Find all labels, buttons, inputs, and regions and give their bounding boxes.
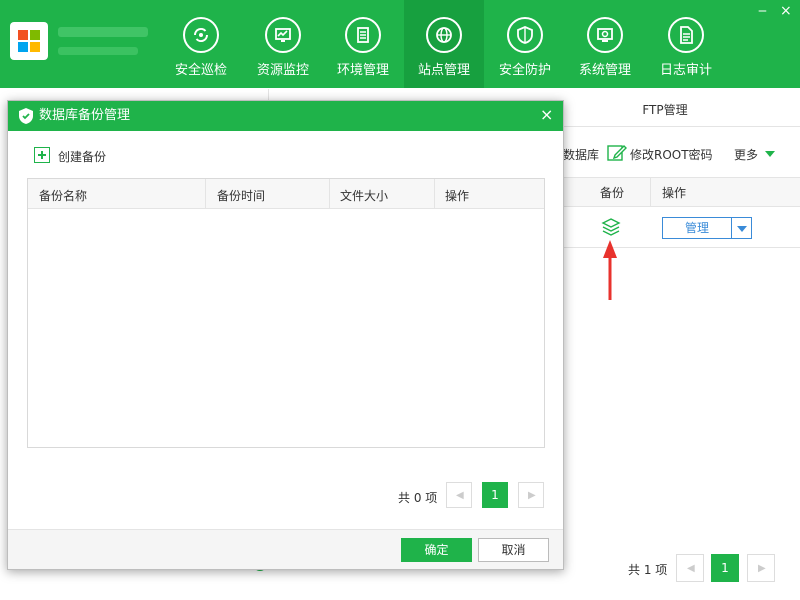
monitor-chart-icon xyxy=(265,17,301,53)
caret-down-icon xyxy=(737,226,747,232)
nav-label: 安全防护 xyxy=(498,63,551,78)
nav-label: 系统管理 xyxy=(578,63,631,78)
app-logo-icon xyxy=(10,22,48,60)
manage-button[interactable]: 管理 xyxy=(662,217,732,239)
nav-label: 环境管理 xyxy=(336,63,389,78)
nav-item-resource-monitor[interactable]: 资源监控 xyxy=(243,0,323,88)
background-total-count: 共 1 项 xyxy=(628,563,668,577)
next-page-button[interactable]: ▶ xyxy=(747,554,775,582)
shield-logo-icon xyxy=(19,108,33,124)
red-arrow-annotation-icon xyxy=(603,240,617,300)
dialog-next-page-button[interactable]: ▶ xyxy=(518,482,544,508)
nav-label: 日志审计 xyxy=(659,63,712,78)
ok-button[interactable]: 确定 xyxy=(401,538,472,562)
settings-monitor-icon xyxy=(587,17,623,53)
column-header-operation: 操作 xyxy=(662,186,687,200)
column-header-backup: 备份 xyxy=(600,186,625,200)
current-page-button[interactable]: 1 xyxy=(711,554,739,582)
prev-page-button[interactable]: ◀ xyxy=(676,554,704,582)
column-header-backup-time: 备份时间 xyxy=(217,189,266,203)
dialog-prev-page-button[interactable]: ◀ xyxy=(446,482,472,508)
dialog-title: 数据库备份管理 xyxy=(39,108,131,123)
cancel-button[interactable]: 取消 xyxy=(478,538,549,562)
nav-label: 资源监控 xyxy=(256,63,309,78)
nav-item-security[interactable]: 安全防护 xyxy=(485,0,565,88)
nav-item-system[interactable]: 系统管理 xyxy=(565,0,645,88)
dialog-title-bar[interactable]: 数据库备份管理 × xyxy=(8,101,563,131)
minimize-button[interactable]: ‒ xyxy=(758,4,767,18)
column-divider xyxy=(329,179,330,209)
dialog-current-page-button[interactable]: 1 xyxy=(482,482,508,508)
document-icon xyxy=(668,17,704,53)
chevron-left-icon: ◀ xyxy=(687,563,695,574)
nav-label: 站点管理 xyxy=(417,63,470,78)
window-close-button[interactable]: × xyxy=(780,4,792,18)
nav-label: 安全巡检 xyxy=(174,63,227,78)
chevron-right-icon: ▶ xyxy=(528,490,536,501)
app-header: ‒ × 安全巡检 资源监控 环境管理 站点管理 安全防护 系统管理 日志审计 xyxy=(0,0,800,88)
change-root-password-button[interactable]: 修改ROOT密码 xyxy=(630,146,713,163)
edit-pencil-icon[interactable] xyxy=(607,143,627,163)
caret-down-icon[interactable] xyxy=(765,151,775,157)
nav-item-site-management[interactable]: 站点管理 xyxy=(404,0,484,88)
dialog-total-count: 共 0 项 xyxy=(398,491,438,505)
tab-ftp-management[interactable]: FTP管理 xyxy=(575,101,755,118)
chevron-right-icon: ▶ xyxy=(758,563,766,574)
chevron-left-icon: ◀ xyxy=(456,490,464,501)
backup-table: 备份名称 备份时间 文件大小 操作 xyxy=(27,178,545,448)
database-backup-dialog: 数据库备份管理 × 创建备份 备份名称 备份时间 文件大小 操作 共 0 项 ◀… xyxy=(7,100,564,570)
create-backup-label: 创建备份 xyxy=(58,150,107,164)
backup-table-header: 备份名称 备份时间 文件大小 操作 xyxy=(28,179,544,209)
dialog-close-button[interactable]: × xyxy=(540,106,553,124)
nav-item-log-audit[interactable]: 日志审计 xyxy=(646,0,726,88)
shield-icon xyxy=(507,17,543,53)
database-toolbar-label[interactable]: 数据库 xyxy=(563,146,599,163)
column-divider xyxy=(650,178,651,207)
nav-item-inspection[interactable]: 安全巡检 xyxy=(161,0,241,88)
nav-item-environment[interactable]: 环境管理 xyxy=(323,0,403,88)
column-header-operation: 操作 xyxy=(445,189,470,203)
column-header-file-size: 文件大小 xyxy=(340,189,389,203)
app-subtitle-blurred xyxy=(58,47,138,55)
more-menu-button[interactable]: 更多 xyxy=(734,146,758,163)
column-divider xyxy=(434,179,435,209)
column-header-backup-name: 备份名称 xyxy=(39,189,88,203)
manage-dropdown-button[interactable] xyxy=(731,217,752,239)
refresh-shield-icon xyxy=(183,17,219,53)
app-name-blurred xyxy=(58,27,148,37)
plus-icon xyxy=(34,147,50,163)
backup-layers-icon[interactable] xyxy=(601,218,621,236)
server-icon xyxy=(345,17,381,53)
column-divider xyxy=(205,179,206,209)
globe-icon xyxy=(426,17,462,53)
